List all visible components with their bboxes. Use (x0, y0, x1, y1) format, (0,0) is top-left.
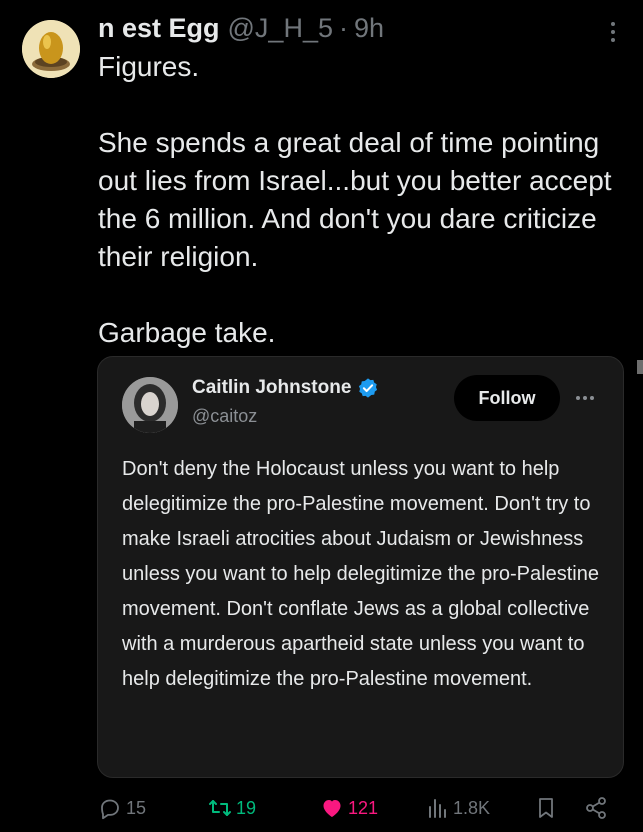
like-button[interactable]: 121 (320, 790, 378, 826)
quoted-author-handle[interactable]: @caitoz (192, 406, 257, 427)
author-handle[interactable]: @J_H_5 (228, 12, 333, 44)
views-button[interactable]: 1.8K (425, 790, 490, 826)
retweet-button[interactable]: 19 (208, 790, 256, 826)
scrollbar-thumb[interactable] (637, 360, 643, 374)
author-name[interactable]: n est Egg (98, 12, 220, 44)
share-icon (586, 797, 606, 819)
more-horizontal-icon[interactable] (572, 393, 598, 403)
follow-button[interactable]: Follow (454, 375, 560, 421)
golden-egg-avatar-image (22, 20, 80, 78)
bookmark-button[interactable] (534, 790, 558, 826)
bookmark-icon (539, 798, 553, 818)
tweet-action-bar: 15 19 121 1.8K (98, 790, 618, 826)
retweet-icon (209, 800, 231, 816)
like-count: 121 (348, 797, 379, 818)
heart-icon (323, 800, 341, 817)
header-separator: · (338, 13, 348, 43)
tweet-text: Figures. She spends a great deal of time… (98, 48, 633, 352)
tweet-timestamp[interactable]: 9h (354, 12, 384, 44)
views-count: 1.8K (453, 797, 491, 818)
reply-count: 15 (126, 797, 147, 818)
retweet-count: 19 (236, 797, 257, 818)
quoted-author-avatar[interactable] (122, 377, 178, 433)
tweet-paragraph: Figures. (98, 51, 200, 82)
tweet-header: n est Egg @J_H_5 · 9h (98, 12, 603, 44)
verified-badge-icon (359, 378, 378, 398)
reply-icon (101, 799, 119, 820)
tweet-paragraph: She spends a great deal of time pointing… (98, 127, 612, 272)
quoted-author-name[interactable]: Caitlin Johnstone (192, 377, 351, 399)
author-avatar[interactable] (22, 20, 80, 78)
quoted-author-name-row: Caitlin Johnstone (192, 377, 379, 399)
share-button[interactable] (584, 790, 608, 826)
views-icon (429, 799, 446, 818)
reply-button[interactable]: 15 (98, 790, 146, 826)
portrait-avatar-image (122, 377, 178, 433)
quoted-tweet-text: Don't deny the Holocaust unless you want… (122, 458, 599, 690)
more-vertical-icon[interactable] (605, 18, 621, 46)
quoted-tweet-card[interactable]: Caitlin Johnstone @caitoz Follow Don't d… (97, 356, 624, 778)
tweet-paragraph: Garbage take. (98, 317, 276, 348)
